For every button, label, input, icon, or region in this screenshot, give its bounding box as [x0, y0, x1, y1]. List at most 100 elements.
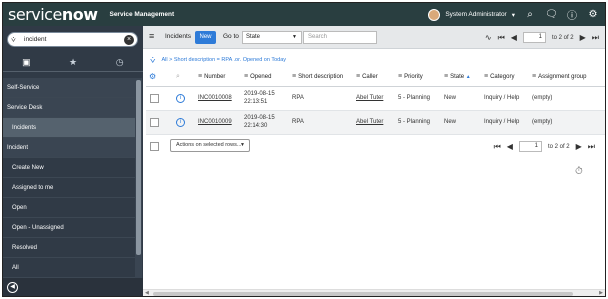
navigator-filter[interactable]: ⩒ incident ×	[7, 32, 138, 47]
collapse-navigator-icon[interactable]: ◀	[7, 282, 18, 293]
scrollbar-thumb[interactable]	[153, 292, 573, 296]
row-checkbox[interactable]	[150, 93, 159, 103]
column-label: Number	[204, 74, 226, 81]
opened-date: 2019-08-15	[244, 91, 275, 97]
sort-ascending-icon[interactable]: ▲	[466, 74, 471, 80]
scroll-right-icon[interactable]: ▶	[599, 290, 603, 296]
banner-tools: System Administrator ▾ ⌕ 🗨 ⓘ ⚙	[428, 3, 599, 26]
navigator-filter-input[interactable]: incident	[24, 36, 124, 43]
caller-link[interactable]: Abel Tuter	[356, 119, 383, 125]
nav-open[interactable]: Open	[3, 198, 135, 218]
horizontal-scrollbar[interactable]: ◀ ▶	[143, 289, 605, 296]
last-page-icon[interactable]: ⏭	[592, 33, 599, 43]
nav-create-new[interactable]: Create New	[3, 158, 135, 178]
column-menu-icon[interactable]: ≡	[356, 73, 360, 80]
column-menu-icon[interactable]: ≡	[484, 73, 488, 80]
servicenow-logo[interactable]: servicenow	[8, 5, 98, 24]
navigator-scrollbar[interactable]	[135, 78, 142, 278]
row-checkbox[interactable]	[150, 117, 159, 127]
nav-service-desk[interactable]: Service Desk	[3, 98, 135, 118]
column-header-short-description[interactable]: ≡ Short description	[292, 68, 356, 87]
clear-icon[interactable]: ×	[124, 34, 134, 45]
first-page-icon[interactable]: ⏮	[494, 142, 501, 152]
table-row[interactable]: i INC0010008 2019-08-15 22:13:51 RPA Abel…	[146, 86, 605, 111]
page-number-input[interactable]: 1	[522, 32, 546, 43]
list-search-input[interactable]: Search	[303, 31, 377, 44]
column-menu-icon[interactable]: ≡	[532, 73, 536, 80]
nav-open-unassigned[interactable]: Open - Unassigned	[3, 218, 135, 238]
column-header-category[interactable]: ≡ Category	[484, 68, 532, 87]
cell-state: New	[444, 110, 484, 135]
column-menu-icon[interactable]: ≡	[198, 73, 202, 80]
incident-table: ⚙ ⌕ ≡ Number ≡ Opened ≡ Short description ≡…	[146, 68, 605, 135]
avatar	[428, 8, 441, 21]
info-icon[interactable]: i	[176, 93, 185, 103]
chat-icon[interactable]: 🗨	[545, 9, 558, 20]
column-header-caller[interactable]: ≡ Caller	[356, 68, 398, 87]
column-label: Caller	[362, 74, 378, 81]
all-apps-icon[interactable]: ▣	[11, 57, 41, 68]
first-page-icon[interactable]: ⏮	[498, 33, 505, 43]
breadcrumb[interactable]: All > Short description = RPA .or. Opene…	[161, 57, 286, 63]
column-header-priority[interactable]: ≡ Priority	[398, 68, 444, 87]
user-menu[interactable]: System Administrator ▾	[428, 8, 515, 21]
info-icon[interactable]: i	[176, 117, 185, 127]
column-menu-icon[interactable]: ≡	[398, 73, 402, 80]
nav-resolved[interactable]: Resolved	[3, 238, 135, 258]
table-row[interactable]: i INC0010009 2019-08-15 22:14:30 RPA Abel…	[146, 110, 605, 135]
list-header: ≡ Incidents New Go to State ▼ Search ∿ ⏮ …	[143, 26, 605, 49]
list-menu-icon[interactable]: ≡	[149, 32, 158, 41]
nav-assigned-to-me[interactable]: Assigned to me	[3, 178, 135, 198]
response-time-clock-icon[interactable]: ⏱	[575, 166, 583, 177]
column-search[interactable]: ⌕	[166, 68, 198, 87]
scroll-left-icon[interactable]: ◀	[145, 290, 149, 296]
column-menu-icon[interactable]: ≡	[292, 73, 296, 80]
column-header-assignment-group[interactable]: ≡ Assignment group	[532, 68, 605, 87]
actions-on-selected-select[interactable]: Actions on selected rows... ▼	[170, 139, 250, 152]
select-all-checkbox[interactable]	[150, 142, 159, 151]
new-button[interactable]: New	[195, 31, 216, 44]
incident-number-link[interactable]: INC0010008	[198, 95, 232, 101]
table-header-row: ⚙ ⌕ ≡ Number ≡ Opened ≡ Short description ≡…	[146, 68, 605, 87]
incident-number-link[interactable]: INC0010009	[198, 119, 232, 125]
goto-field-select[interactable]: State ▼	[242, 31, 302, 44]
activity-stream-icon[interactable]: ∿	[485, 33, 492, 42]
filter-funnel-icon[interactable]: ⩒	[150, 55, 155, 66]
column-header-state[interactable]: ≡ State ▲	[444, 68, 484, 87]
nav-all[interactable]: All	[3, 258, 135, 278]
filter-row: ⩒ All > Short description = RPA .or. Ope…	[143, 53, 605, 67]
opened-time: 22:13:51	[244, 99, 268, 105]
column-options[interactable]: ⚙	[146, 68, 166, 87]
history-clock-icon[interactable]: ◷	[105, 57, 135, 68]
prev-page-icon[interactable]: ◀	[511, 33, 517, 42]
row-select-cell	[146, 86, 166, 111]
cell-category: Inquiry / Help	[484, 86, 532, 111]
chevron-down-icon: ▼	[240, 142, 245, 148]
column-header-number[interactable]: ≡ Number	[198, 68, 244, 87]
prev-page-icon[interactable]: ◀	[507, 142, 513, 151]
column-menu-icon[interactable]: ≡	[244, 73, 248, 80]
nav-incident[interactable]: Incident	[3, 138, 135, 158]
cell-category: Inquiry / Help	[484, 110, 532, 135]
cell-short-description: RPA	[292, 110, 356, 135]
next-page-icon[interactable]: ▶	[576, 142, 582, 151]
row-info-cell: i	[166, 110, 198, 135]
favorites-star-icon[interactable]: ★	[58, 57, 88, 68]
page-number-input[interactable]: 1	[518, 141, 542, 152]
scrollbar-thumb[interactable]	[136, 80, 141, 255]
cell-caller: Abel Tuter	[356, 86, 398, 111]
nav-incidents[interactable]: Incidents	[3, 118, 135, 138]
last-page-icon[interactable]: ⏭	[588, 142, 595, 152]
column-label: Opened	[250, 74, 272, 81]
column-menu-icon[interactable]: ≡	[444, 73, 448, 80]
caller-link[interactable]: Abel Tuter	[356, 95, 383, 101]
search-icon[interactable]: ⌕	[166, 73, 180, 80]
gear-icon[interactable]: ⚙	[587, 9, 599, 20]
search-icon[interactable]: ⌕	[524, 9, 536, 20]
column-label: Category	[490, 74, 515, 81]
nav-self-service[interactable]: Self-Service	[3, 78, 135, 98]
help-icon[interactable]: ⓘ	[566, 7, 578, 22]
column-header-opened[interactable]: ≡ Opened	[244, 68, 292, 87]
next-page-icon[interactable]: ▶	[580, 33, 586, 42]
gear-icon[interactable]: ⚙	[146, 72, 156, 81]
